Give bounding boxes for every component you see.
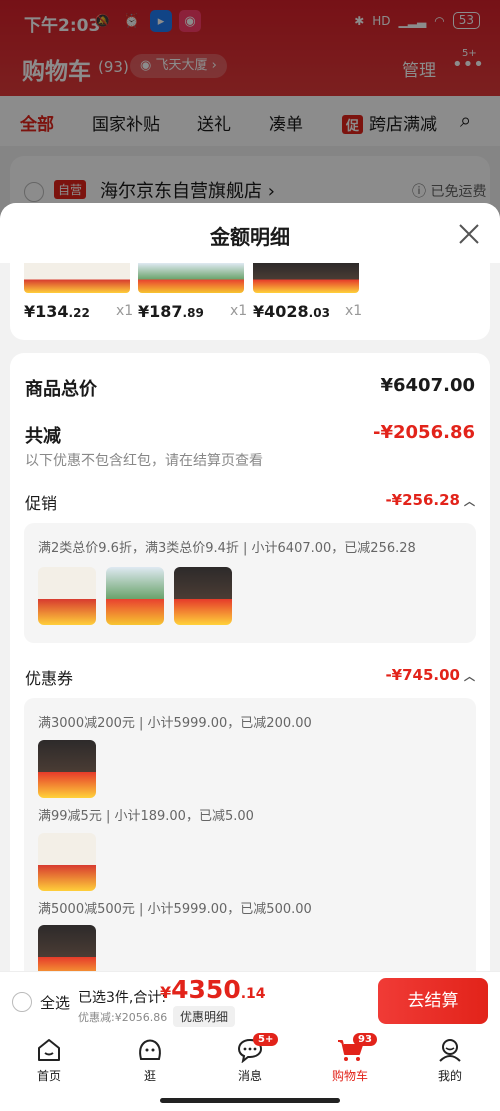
promotion-toggle[interactable]: -¥256.28 ︿	[385, 491, 475, 509]
coupon-label: 优惠券	[25, 669, 74, 688]
chevron-up-icon: ︿	[464, 670, 475, 683]
product-thumbnail[interactable]	[38, 833, 96, 891]
product-price: ¥4028.03	[253, 302, 330, 321]
nav-label: 逛	[143, 1069, 156, 1083]
browse-icon	[139, 1039, 161, 1060]
product-qty: x1	[345, 303, 363, 319]
product-thumbnail[interactable]	[38, 925, 96, 971]
products-strip: ¥134.22 x1 ¥187.89 x1 ¥4028.03 x1	[10, 263, 490, 340]
product-thumbnail[interactable]	[38, 567, 96, 625]
coupon-toggle[interactable]: -¥745.00 ︿	[385, 666, 475, 684]
close-icon[interactable]	[456, 221, 482, 247]
checkout-button[interactable]: 去结算	[378, 978, 488, 1024]
nav-label: 我的	[437, 1069, 462, 1083]
select-all-checkbox[interactable]	[12, 992, 32, 1012]
discount-detail-button[interactable]: 优惠明细	[173, 1006, 236, 1027]
nav-browse[interactable]: 逛	[115, 1037, 185, 1084]
home-icon	[38, 1039, 60, 1061]
goods-total-value: ¥6407.00	[380, 375, 475, 396]
discount-total-label: 共减	[25, 426, 61, 447]
promotion-label: 促销	[25, 494, 58, 513]
sheet-header: 金额明细	[0, 203, 500, 263]
nav-profile[interactable]: 我的	[415, 1037, 485, 1084]
coupon-value: -¥745.00	[385, 666, 460, 684]
message-badge: 5+	[253, 1033, 279, 1046]
coupon-line: 满5000减500元 | 小计5999.00，已减500.00	[38, 902, 312, 917]
saving-amount: 优惠减:¥2056.86	[78, 1011, 168, 1024]
cart-badge: 93	[353, 1033, 377, 1046]
select-all-label[interactable]: 全选	[40, 992, 70, 1013]
total-amount: ¥4350.14	[160, 975, 266, 1004]
goods-total-label: 商品总价	[25, 379, 97, 400]
amount-detail-card: 商品总价 ¥6407.00 共减 -¥2056.86 以下优惠不包含红包，请在结…	[10, 353, 490, 971]
discount-note: 以下优惠不包含红包，请在结算页查看	[25, 453, 263, 469]
nav-cart[interactable]: 93 购物车	[315, 1033, 385, 1084]
promotion-detail: 满2类总价9.6折，满3类总价9.4折 | 小计6407.00，已减256.28	[38, 541, 416, 556]
nav-label: 首页	[36, 1069, 61, 1083]
product-thumbnail[interactable]	[38, 740, 96, 798]
nav-label: 消息	[237, 1069, 262, 1083]
product-thumbnail[interactable]	[106, 567, 164, 625]
amount-detail-sheet: 金额明细 ¥134.22 x1 ¥187.89 x1 ¥4028.03 x1 商…	[0, 203, 500, 971]
nav-messages[interactable]: 5+ 消息	[215, 1033, 285, 1084]
selected-count: 已选3件,合计:	[78, 990, 167, 1006]
chevron-up-icon: ︿	[464, 495, 475, 508]
profile-icon	[439, 1039, 461, 1062]
coupon-line: 满3000减200元 | 小计5999.00，已减200.00	[38, 716, 312, 731]
product-qty: x1	[116, 303, 134, 319]
coupon-line: 满99减5元 | 小计189.00，已减5.00	[38, 809, 254, 824]
discount-total-value: -¥2056.86	[373, 422, 475, 443]
home-indicator	[160, 1098, 340, 1103]
product-thumbnail[interactable]	[174, 567, 232, 625]
product-price: ¥187.89	[138, 302, 204, 321]
sheet-title: 金额明细	[210, 225, 290, 249]
coupon-box: 满3000减200元 | 小计5999.00，已减200.00 满99减5元 |…	[24, 698, 476, 971]
product-thumbnail	[138, 263, 244, 293]
product-thumbnail	[24, 263, 130, 293]
product-price: ¥134.22	[24, 302, 90, 321]
product-thumbnail	[253, 263, 359, 293]
promotion-value: -¥256.28	[385, 491, 460, 509]
nav-label: 购物车	[331, 1069, 368, 1083]
nav-home[interactable]: 首页	[14, 1037, 84, 1084]
checkout-bar: 全选 已选3件,合计: ¥4350.14 优惠减:¥2056.86 优惠明细 去…	[0, 971, 500, 1031]
product-qty: x1	[230, 303, 248, 319]
promotion-box: 满2类总价9.6折，满3类总价9.4折 | 小计6407.00，已减256.28	[24, 523, 476, 643]
